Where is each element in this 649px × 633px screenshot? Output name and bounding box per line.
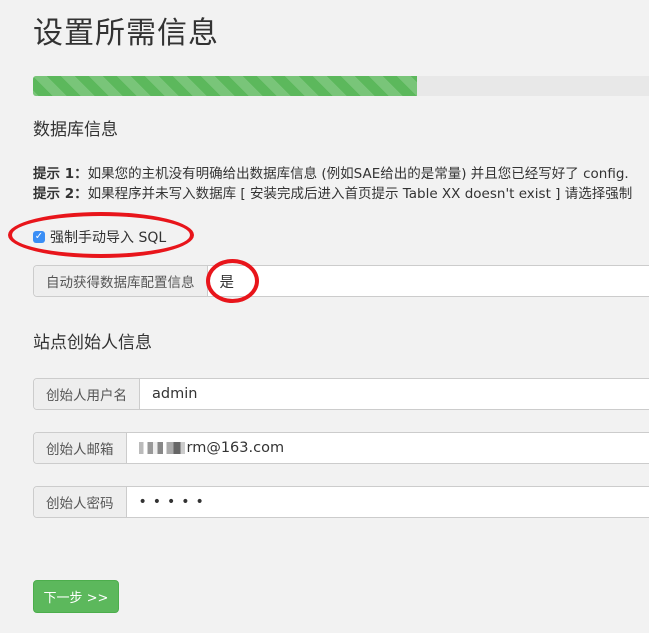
force-import-label: 强制手动导入 SQL — [50, 230, 167, 246]
tip-2-text: 如果程序并未写入数据库 [ 安装完成后进入首页提示 Table XX doesn… — [87, 186, 633, 202]
auto-config-select[interactable]: 是 — [207, 266, 649, 296]
tip-1-text: 如果您的主机没有明确给出数据库信息 (例如SAE给出的是常量) 并且您已经写好了… — [87, 166, 629, 182]
username-group: 创始人用户名 admin — [33, 378, 649, 410]
database-section-title: 数据库信息 — [33, 120, 118, 140]
tip-1-label: 提示 1： — [33, 166, 88, 182]
password-input[interactable]: ••••• — [126, 487, 649, 517]
install-page: 设置所需信息 数据库信息 提示 1：如果您的主机没有明确给出数据库信息 (例如S… — [0, 0, 649, 633]
password-label: 创始人密码 — [34, 487, 127, 517]
force-import-checkbox[interactable]: ✓ — [33, 231, 45, 243]
email-input[interactable]: rm@163.com — [126, 433, 649, 463]
tip-1: 提示 1：如果您的主机没有明确给出数据库信息 (例如SAE给出的是常量) 并且您… — [33, 164, 632, 184]
auto-config-label: 自动获得数据库配置信息 — [34, 266, 208, 296]
username-label: 创始人用户名 — [34, 379, 140, 409]
redacted-email-prefix — [138, 442, 185, 454]
founder-section-title: 站点创始人信息 — [33, 333, 152, 353]
tip-2-label: 提示 2： — [33, 186, 88, 202]
progress-bar — [33, 76, 649, 96]
tip-2: 提示 2：如果程序并未写入数据库 [ 安装完成后进入首页提示 Table XX … — [33, 184, 632, 204]
auto-config-group: 自动获得数据库配置信息 是 — [33, 265, 649, 297]
email-label: 创始人邮箱 — [34, 433, 127, 463]
progress-bar-fill — [33, 76, 417, 96]
tips-block: 提示 1：如果您的主机没有明确给出数据库信息 (例如SAE给出的是常量) 并且您… — [33, 164, 632, 204]
next-step-button[interactable]: 下一步 >> — [33, 580, 119, 613]
password-group: 创始人密码 ••••• — [33, 486, 649, 518]
email-value: rm@163.com — [186, 440, 285, 456]
force-import-sql-option[interactable]: ✓ 强制手动导入 SQL — [33, 227, 166, 247]
username-input[interactable]: admin — [140, 379, 649, 409]
email-group: 创始人邮箱 rm@163.com — [33, 432, 649, 464]
page-title: 设置所需信息 — [33, 16, 219, 51]
